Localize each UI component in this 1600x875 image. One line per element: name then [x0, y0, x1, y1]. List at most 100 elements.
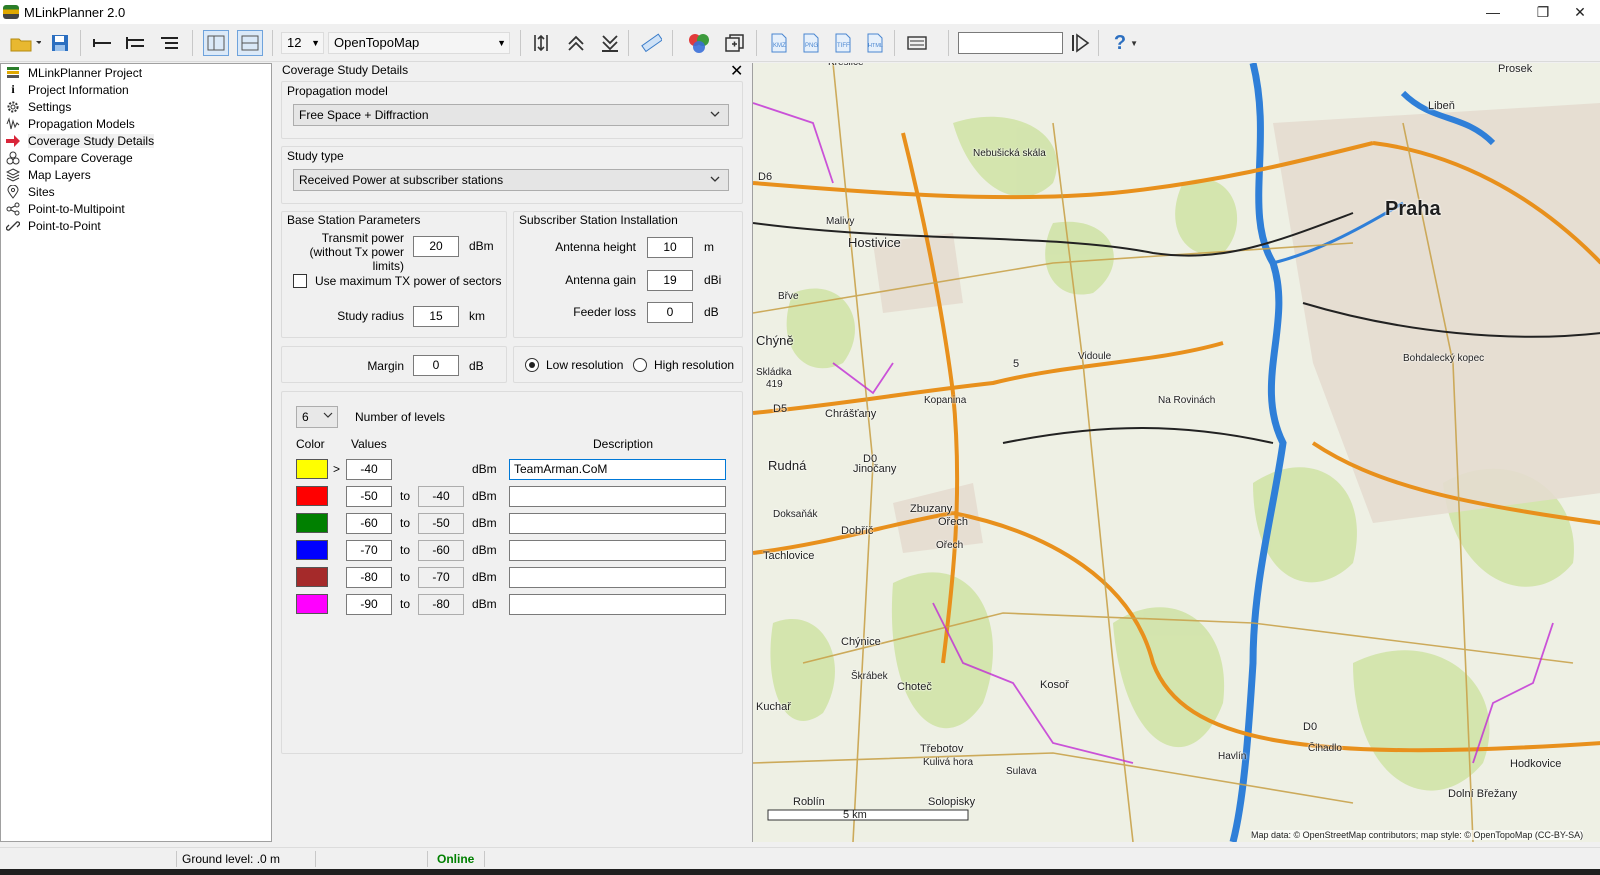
- tree-item-point-to-multipoint[interactable]: Point-to-Multipoint: [5, 200, 125, 217]
- level-from-input[interactable]: -50: [346, 486, 392, 507]
- multi-link-button[interactable]: [122, 30, 148, 56]
- link-icon: [5, 218, 21, 234]
- level-description-input[interactable]: [509, 486, 726, 507]
- raise-button[interactable]: [563, 30, 589, 56]
- tree-item-propagation-models[interactable]: Propagation Models: [5, 115, 135, 132]
- duplicate-button[interactable]: [721, 30, 747, 56]
- share-icon: [5, 201, 21, 217]
- levels-group: 6 Number of levels Color Values Descript…: [281, 391, 743, 754]
- map-place-label: Škrábek: [851, 671, 888, 682]
- level-color-swatch[interactable]: [296, 540, 328, 560]
- layout-horizontal-button[interactable]: [237, 30, 263, 56]
- level-from-input[interactable]: -80: [346, 567, 392, 588]
- single-link-button[interactable]: [89, 30, 115, 56]
- antenna-gain-input[interactable]: 19: [647, 270, 693, 291]
- open-folder-button[interactable]: [8, 30, 42, 56]
- level-color-swatch[interactable]: [296, 594, 328, 614]
- svg-text:PNG: PNG: [805, 43, 818, 49]
- level-description-input[interactable]: [509, 513, 726, 534]
- level-description-input[interactable]: [509, 540, 726, 561]
- level-color-swatch[interactable]: [296, 486, 328, 506]
- tree-item-coverage-study-details[interactable]: Coverage Study Details: [5, 132, 155, 149]
- study-type-label: Study type: [287, 149, 344, 163]
- raise-icon: [568, 35, 584, 51]
- level-color-swatch[interactable]: [296, 459, 328, 479]
- layout-vertical-button[interactable]: [203, 30, 229, 56]
- level-unit: dBm: [472, 570, 497, 584]
- transmit-power-input[interactable]: 20: [413, 236, 459, 257]
- level-to-input: -50: [418, 513, 464, 534]
- level-color-swatch[interactable]: [296, 513, 328, 533]
- study-type-select[interactable]: Received Power at subscriber stations: [293, 169, 729, 191]
- margin-group: Margin 0 dB: [281, 346, 507, 383]
- play-forward-icon: [1072, 33, 1090, 53]
- map-place-label: Doksaňák: [773, 509, 818, 520]
- project-tree: MLinkPlanner Project i Project Informati…: [0, 63, 272, 842]
- margin-input[interactable]: 0: [413, 355, 459, 376]
- folder-icon: [10, 38, 41, 52]
- save-button[interactable]: [47, 30, 73, 56]
- study-radius-label: Study radius: [337, 309, 404, 323]
- tree-link-button[interactable]: [156, 30, 182, 56]
- use-max-tx-checkbox[interactable]: [293, 274, 307, 288]
- tree-item-map-layers[interactable]: Map Layers: [5, 166, 91, 183]
- propagation-model-select[interactable]: Free Space + Diffraction: [293, 104, 729, 126]
- map-place-label: 419: [766, 379, 783, 390]
- use-max-tx-label: Use maximum TX power of sectors: [315, 274, 502, 288]
- settings-panel-button[interactable]: [904, 30, 930, 56]
- export-kmz-button[interactable]: KMZ: [766, 30, 792, 56]
- feeder-loss-input[interactable]: 0: [647, 302, 693, 323]
- measure-button[interactable]: [638, 30, 664, 56]
- level-unit: dBm: [472, 597, 497, 611]
- level-from-input[interactable]: -90: [346, 594, 392, 615]
- map-place-label: D0: [1303, 721, 1318, 733]
- level-description-input[interactable]: [509, 594, 726, 615]
- map-view[interactable]: Praha Hostivice Chýně Rudná Jinočany Zbuzany C…: [752, 63, 1600, 842]
- tree-item-project[interactable]: MLinkPlanner Project: [5, 64, 142, 81]
- map-source-select[interactable]: OpenTopoMap ▼: [328, 32, 510, 54]
- level-description-input[interactable]: TeamArman.CoM: [509, 459, 726, 480]
- coverage-colors-button[interactable]: [686, 30, 712, 56]
- gear-icon: [5, 99, 21, 115]
- low-resolution-radio[interactable]: [525, 358, 539, 372]
- map-place-label: Roblín: [793, 796, 825, 808]
- study-radius-input[interactable]: 15: [413, 306, 459, 327]
- help-button[interactable]: ? ▼: [1108, 30, 1144, 56]
- close-button[interactable]: ✕: [1560, 0, 1600, 24]
- zoom-level-select[interactable]: 12 ▼: [281, 32, 324, 54]
- split-horizontal-icon: [241, 35, 259, 51]
- map-place-label: Vidoule: [1078, 351, 1112, 362]
- antenna-height-input[interactable]: 10: [647, 237, 693, 258]
- close-panel-icon[interactable]: ✕: [730, 64, 743, 80]
- export-png-button[interactable]: PNG: [798, 30, 824, 56]
- tree-item-project-information[interactable]: i Project Information: [5, 81, 128, 98]
- level-row: -90 to -80 dBm: [282, 593, 744, 617]
- tree-item-compare-coverage[interactable]: Compare Coverage: [5, 149, 133, 166]
- level-from-input[interactable]: -70: [346, 540, 392, 561]
- status-bar: Ground level: .0 m Online: [0, 847, 1600, 869]
- search-input[interactable]: [958, 32, 1063, 54]
- export-html-button[interactable]: HTML: [862, 30, 888, 56]
- html-file-icon: HTML: [867, 33, 883, 53]
- vertical-fit-button[interactable]: [528, 30, 554, 56]
- map-place-label: Břve: [778, 291, 799, 302]
- chevron-down-icon: [709, 172, 721, 192]
- tree-item-sites[interactable]: Sites: [5, 183, 55, 200]
- export-tiff-button[interactable]: TIFF: [830, 30, 856, 56]
- feeder-loss-unit: dB: [704, 305, 719, 319]
- tree-item-point-to-point[interactable]: Point-to-Point: [5, 217, 101, 234]
- high-resolution-radio[interactable]: [633, 358, 647, 372]
- tree-item-settings[interactable]: Settings: [5, 98, 71, 115]
- level-from-input[interactable]: -60: [346, 513, 392, 534]
- level-row: > -40 dBm TeamArman.CoM: [282, 458, 744, 482]
- level-description-input[interactable]: [509, 567, 726, 588]
- levels-count-select[interactable]: 6: [296, 406, 338, 428]
- level-color-swatch[interactable]: [296, 567, 328, 587]
- go-button[interactable]: [1067, 30, 1093, 56]
- minimize-button[interactable]: —: [1470, 0, 1516, 24]
- dropdown-arrow-icon: ▼: [1130, 38, 1139, 48]
- margin-label: Margin: [367, 359, 404, 373]
- level-from-input[interactable]: -40: [346, 459, 392, 480]
- level-row: -60 to -50 dBm: [282, 512, 744, 536]
- lower-button[interactable]: [597, 30, 623, 56]
